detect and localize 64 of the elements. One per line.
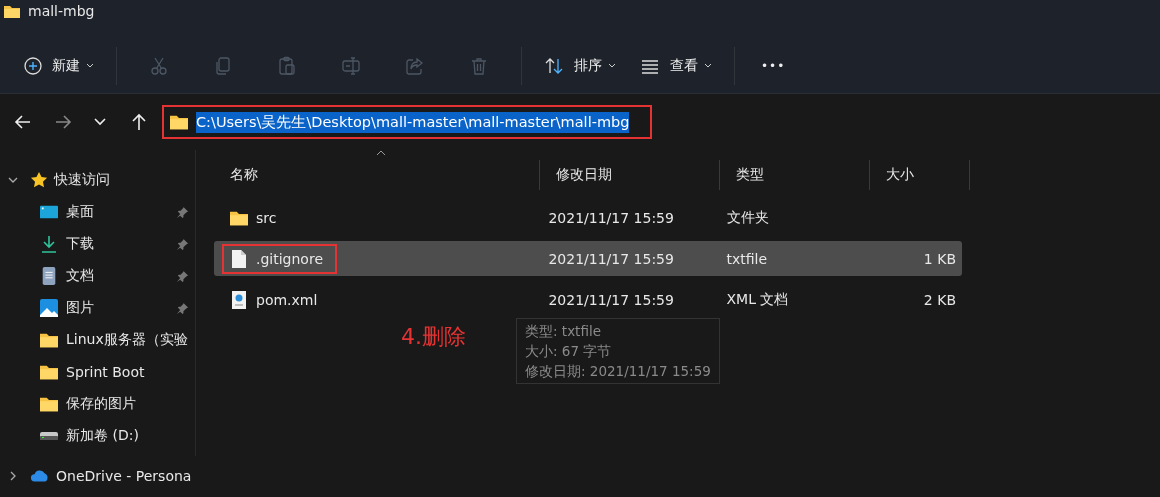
file-row[interactable]: src 2021/11/17 15:59 文件夹 [214, 200, 962, 235]
annotation-text: 4.删除 [401, 323, 466, 351]
star-icon [30, 171, 48, 189]
xml-file-icon [230, 290, 248, 309]
column-header[interactable]: 大小 [870, 160, 970, 190]
file-row[interactable]: pom.xml 2021/11/17 15:59 XML 文档 2 KB [214, 282, 962, 317]
column-header[interactable]: 名称 [214, 160, 540, 190]
forward-icon[interactable] [54, 113, 72, 131]
file-name: .gitignore [256, 250, 323, 267]
column-header[interactable]: 类型 [720, 160, 870, 190]
new-button[interactable]: 新建 [14, 45, 104, 86]
folder-icon [40, 363, 58, 381]
sort-indicator-icon [376, 150, 386, 156]
file-icon [230, 249, 248, 268]
rename-icon [341, 55, 361, 76]
back-icon[interactable] [14, 113, 32, 131]
folder-icon [4, 5, 20, 18]
folder-icon [40, 395, 58, 413]
sidebar-item[interactable]: 图片 [0, 292, 195, 324]
sort-button[interactable]: 排序 [534, 45, 626, 86]
modified-date: 2021/11/17 15:59 [548, 209, 674, 226]
address-bar[interactable]: C:\Users\吴先生\Desktop\mall-master\mall-master\mall-mbg [162, 105, 652, 139]
file-type: txtfile [726, 250, 768, 267]
address-path: C:\Users\吴先生\Desktop\mall-master\mall-master\mall-mbg [196, 111, 630, 133]
sidebar-item[interactable]: 快速访问 [0, 164, 195, 196]
copy-icon [213, 55, 233, 76]
sidebar-item[interactable]: Sprint Boot [0, 356, 195, 388]
share-icon [405, 55, 425, 76]
scissors-icon [149, 55, 169, 76]
desktop-icon [40, 203, 58, 221]
file-type: XML 文档 [726, 290, 789, 307]
sidebar-item[interactable]: 保存的图片 [0, 388, 195, 420]
document-icon [40, 267, 58, 285]
sidebar-item[interactable]: 文档 [0, 260, 195, 292]
sidebar-item[interactable]: Linux服务器（实验 [0, 324, 195, 356]
sidebar-item[interactable]: 下载 [0, 228, 195, 260]
caret-icon [86, 63, 94, 68]
sidebar-item[interactable]: 新加卷 (D:) [0, 420, 195, 452]
modified-date: 2021/11/17 15:59 [548, 291, 674, 308]
file-size: 2 KB [923, 291, 956, 308]
caret-icon [608, 63, 616, 68]
window-title: mall-mbg [28, 2, 95, 20]
folder-icon [170, 113, 188, 131]
column-header[interactable]: 修改日期 [540, 160, 720, 190]
trash-icon [469, 55, 489, 76]
up-icon[interactable] [130, 113, 148, 131]
file-row[interactable]: .gitignore 2021/11/17 15:59 txtfile 1 KB [214, 241, 962, 276]
more-button[interactable]: ••• [747, 45, 800, 86]
sidebar-item[interactable]: OneDrive - Persona [0, 460, 195, 492]
recent-dropdown-icon[interactable] [94, 118, 106, 126]
sidebar-item[interactable]: 桌面 [0, 196, 195, 228]
pictures-icon [40, 299, 58, 317]
view-button[interactable]: 查看 [630, 45, 722, 86]
download-icon [40, 235, 58, 253]
tooltip: 类型: txtfile 大小: 67 字节 修改日期: 2021/11/17 15:59 [516, 318, 720, 384]
file-type: 文件夹 [726, 208, 769, 225]
file-name: pom.xml [256, 291, 318, 308]
caret-icon [704, 63, 712, 68]
modified-date: 2021/11/17 15:59 [548, 250, 674, 267]
clipboard-icon [277, 55, 297, 76]
file-size: 1 KB [923, 250, 956, 267]
folder-icon [40, 331, 58, 349]
file-name: src [256, 209, 277, 226]
plus-icon [24, 56, 42, 75]
